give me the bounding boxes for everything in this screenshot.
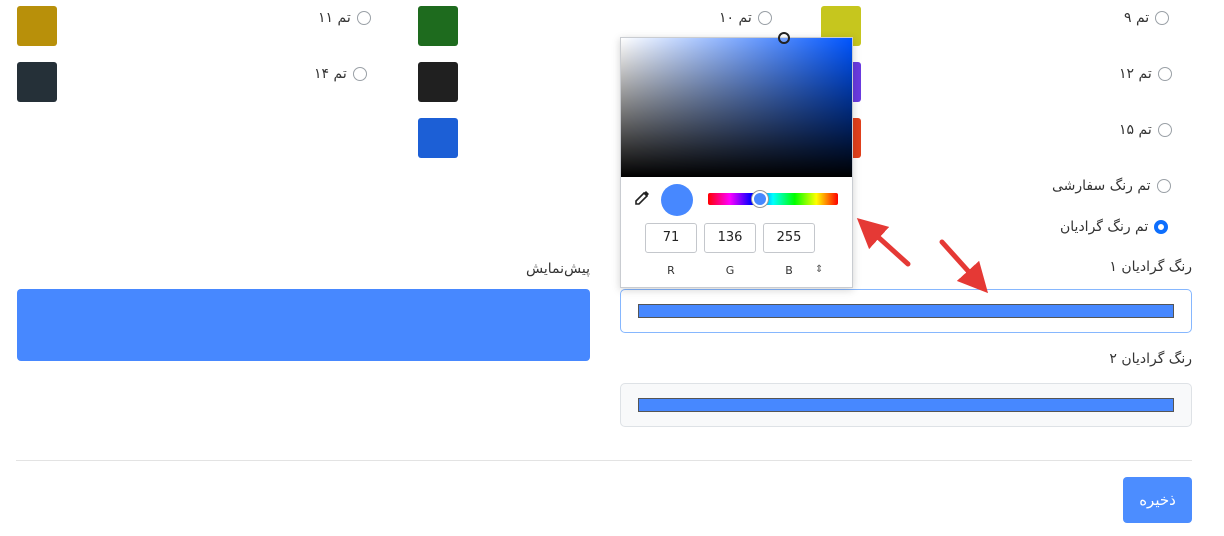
swatch-theme-13 (418, 62, 458, 102)
gradient-2-color-bar (638, 398, 1174, 412)
theme-option-11[interactable]: تم ۱۱ (318, 7, 371, 29)
radio-theme-12[interactable] (1157, 67, 1172, 81)
blue-input[interactable]: 255 (763, 223, 815, 253)
theme-option-gradient[interactable]: تم رنگ گرادیان (1060, 216, 1169, 238)
gradient-1-color-bar (638, 304, 1174, 318)
theme-option-custom[interactable]: تم رنگ سفارشی (1052, 175, 1171, 197)
radio-theme-11[interactable] (356, 11, 371, 25)
gradient-2-input[interactable] (620, 383, 1192, 427)
saturation-handle[interactable] (778, 32, 790, 44)
theme-option-12[interactable]: تم ۱۲ (1119, 63, 1172, 85)
mode-toggle-icon[interactable]: ⇕ (815, 264, 823, 275)
hue-slider[interactable] (708, 191, 838, 207)
red-label: R (667, 264, 675, 277)
save-button[interactable]: ذخیره (1123, 477, 1192, 523)
saturation-value-area[interactable] (621, 32, 852, 177)
preview-box (17, 289, 590, 361)
red-input[interactable]: 71 (645, 223, 697, 253)
radio-theme-9[interactable] (1155, 11, 1170, 25)
radio-theme-custom[interactable] (1156, 179, 1171, 193)
swatch-theme-16 (418, 118, 458, 158)
gradient-1-input[interactable] (620, 289, 1192, 333)
theme-option-14[interactable]: تم ۱۴ (314, 63, 367, 85)
theme-14-label: تم ۱۴ (314, 66, 347, 82)
gradient-2-label: رنگ گرادیان ۲ (1109, 351, 1192, 367)
divider (16, 460, 1192, 461)
preview-label: پیش‌نمایش (526, 261, 590, 277)
theme-9-label: تم ۹ (1124, 10, 1150, 26)
annotation-arrows (856, 217, 989, 294)
theme-gradient-label: تم رنگ گرادیان (1060, 219, 1149, 235)
theme-option-9[interactable]: تم ۹ (1124, 7, 1170, 29)
theme-15-label: تم ۱۵ (1119, 122, 1152, 138)
arrow-to-gradient-input (939, 239, 989, 294)
swatch-theme-11 (17, 6, 57, 46)
color-picker-popover: 71 136 255 R G B ⇕ (620, 32, 853, 288)
hue-handle[interactable] (752, 191, 768, 207)
theme-11-label: تم ۱۱ (318, 10, 351, 26)
radio-theme-15[interactable] (1157, 123, 1172, 137)
green-label: G (725, 264, 735, 277)
blue-label: B (785, 264, 793, 277)
eyedropper-icon[interactable] (633, 189, 651, 207)
theme-10-label: تم ۱۰ (719, 10, 752, 26)
radio-theme-14[interactable] (352, 67, 367, 81)
current-color-preview (661, 184, 693, 216)
arrow-to-picker (856, 217, 911, 267)
theme-option-15[interactable]: تم ۱۵ (1119, 119, 1172, 141)
green-input[interactable]: 136 (704, 223, 756, 253)
theme-option-10[interactable]: تم ۱۰ (719, 7, 772, 29)
swatch-theme-14 (17, 62, 57, 102)
radio-theme-gradient[interactable] (1154, 220, 1169, 234)
radio-theme-10[interactable] (757, 11, 772, 25)
swatch-theme-10 (418, 6, 458, 46)
gradient-1-label: رنگ گرادیان ۱ (1109, 259, 1192, 275)
theme-custom-label: تم رنگ سفارشی (1052, 178, 1151, 194)
theme-12-label: تم ۱۲ (1119, 66, 1152, 82)
